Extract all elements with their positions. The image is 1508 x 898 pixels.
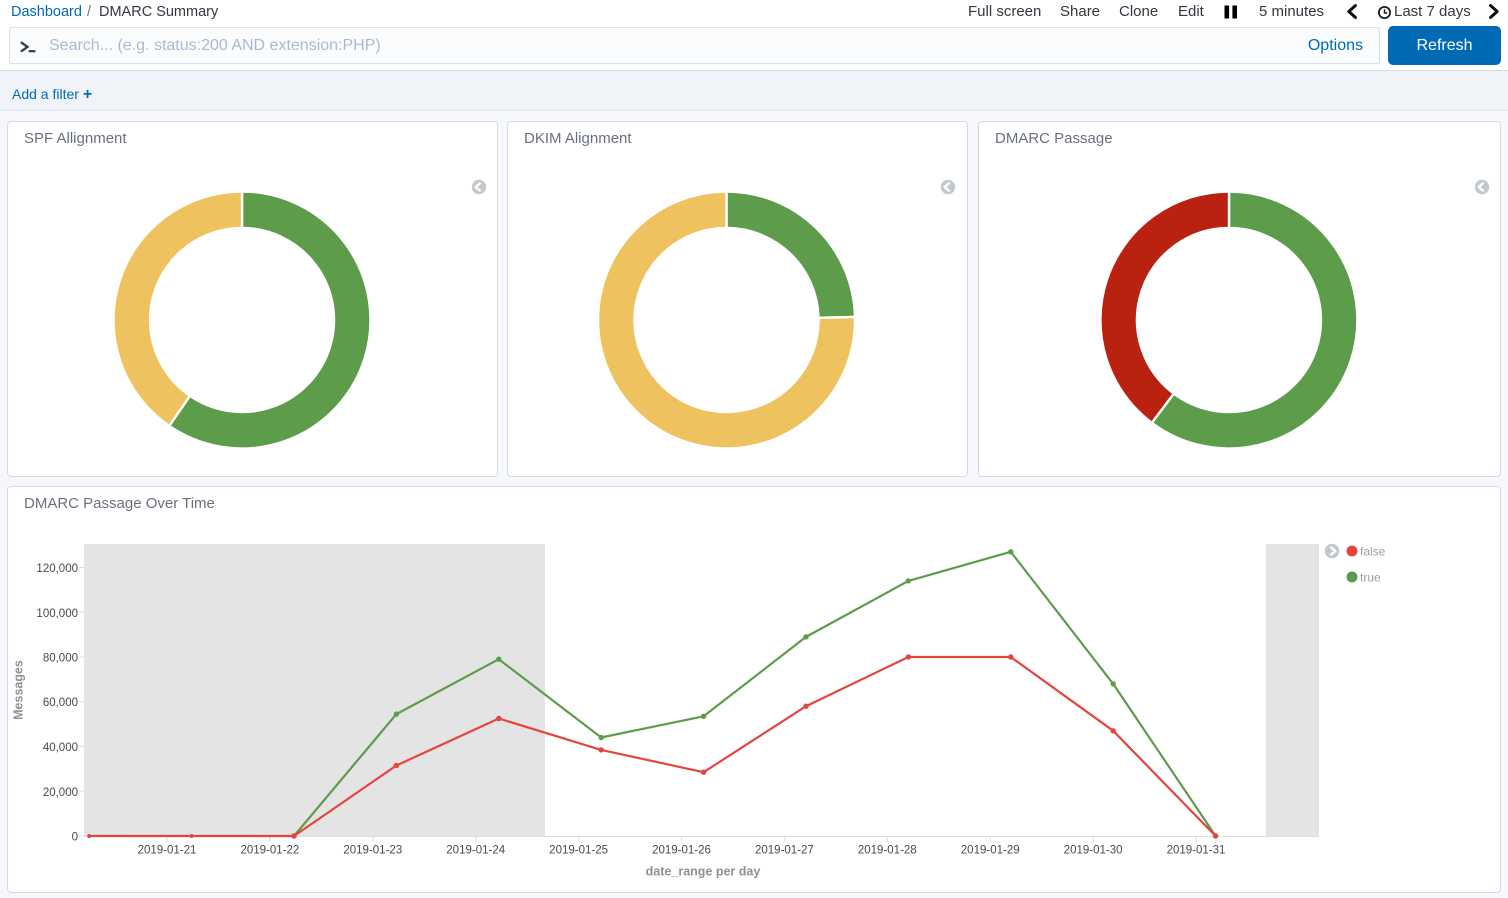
- svg-text:2019-01-31: 2019-01-31: [1167, 845, 1226, 857]
- svg-text:2019-01-25: 2019-01-25: [549, 845, 608, 857]
- svg-text:2019-01-30: 2019-01-30: [1064, 845, 1123, 857]
- svg-text:120,000: 120,000: [36, 563, 78, 575]
- svg-text:80,000: 80,000: [43, 653, 78, 665]
- svg-text:true: true: [1360, 571, 1381, 585]
- svg-text:2019-01-27: 2019-01-27: [755, 845, 814, 857]
- svg-text:date_range per day: date_range per day: [646, 865, 761, 879]
- svg-text:Messages: Messages: [12, 660, 26, 720]
- svg-text:20,000: 20,000: [43, 787, 78, 799]
- svg-text:100,000: 100,000: [36, 608, 78, 620]
- svg-text:false: false: [1360, 545, 1386, 559]
- svg-text:2019-01-21: 2019-01-21: [138, 845, 197, 857]
- svg-text:60,000: 60,000: [43, 697, 78, 709]
- svg-text:2019-01-22: 2019-01-22: [240, 845, 299, 857]
- svg-text:0: 0: [72, 832, 78, 844]
- svg-text:2019-01-24: 2019-01-24: [446, 845, 505, 857]
- svg-text:2019-01-26: 2019-01-26: [652, 845, 711, 857]
- svg-text:2019-01-23: 2019-01-23: [343, 845, 402, 857]
- svg-text:40,000: 40,000: [43, 742, 78, 754]
- svg-text:2019-01-29: 2019-01-29: [961, 845, 1020, 857]
- svg-text:2019-01-28: 2019-01-28: [858, 845, 917, 857]
